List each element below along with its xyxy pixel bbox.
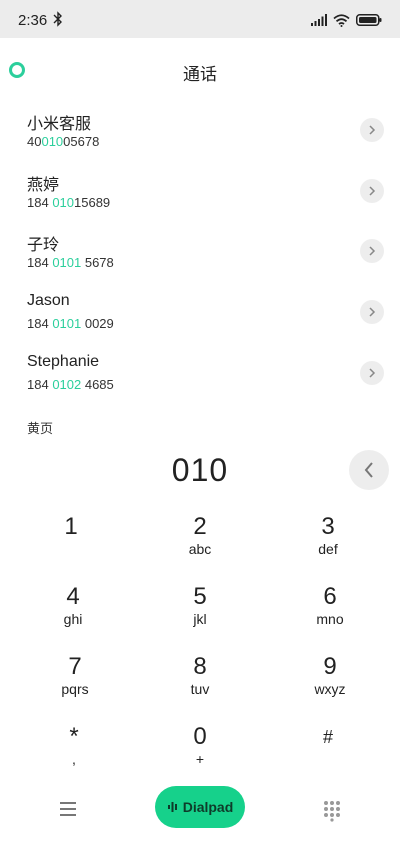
battery-icon [356,14,382,26]
chevron-right-icon [369,125,376,135]
contact-detail-button[interactable] [360,361,384,385]
key-6[interactable]: 6 mno [290,583,370,643]
contact-name: Stephanie [27,353,100,370]
dialpad-grip-icon [167,802,177,812]
contact-number: 184 01015689 [27,195,111,210]
dialpad-grid-icon[interactable] [320,798,344,822]
key-0[interactable]: 0 + [160,723,240,783]
page-title: 通话 [183,65,217,84]
key-star[interactable]: *, [34,723,114,783]
contact-row[interactable]: 燕婷 184 01015689 [0,171,400,231]
chevron-right-icon [369,186,376,196]
status-bar: 2:36 [0,0,400,38]
contact-name: Jason [27,292,70,309]
contact-number: 184 0102 4685 [27,377,114,392]
contact-row[interactable]: 子玲 184 0101 5678 [0,231,400,291]
key-1[interactable]: 1 [31,513,111,573]
menu-icon[interactable] [56,798,80,820]
contact-detail-button[interactable] [360,118,384,142]
bluetooth-icon [53,11,62,27]
bottom-bar: Dialpad [0,780,400,836]
contact-number: 184 0101 0029 [27,316,114,331]
wifi-icon [333,13,350,27]
contact-row[interactable]: 小米客服 4001005678 [0,110,400,170]
dialpad-label: Dialpad [182,799,234,815]
chevron-right-icon [369,246,376,256]
contact-name: 燕婷 [27,177,60,194]
key-7[interactable]: 7 pqrs [35,653,115,713]
dialed-number: 010 [171,452,229,488]
key-8[interactable]: 8 tuv [160,653,240,713]
contact-detail-button[interactable] [360,179,384,203]
key-4[interactable]: 4 ghi [33,583,113,643]
dialpad-button[interactable]: Dialpad [155,786,245,828]
key-hash[interactable]: # [288,723,368,783]
chevron-right-icon [369,307,376,317]
key-2[interactable]: 2 abc [160,513,240,573]
header: 通话 [0,38,400,102]
yellow-pages-label[interactable]: 黄页 [27,418,53,437]
chevron-left-icon [364,462,373,478]
contact-row[interactable]: Jason 184 0101 0029 [0,292,400,352]
contact-name: 小米客服 [27,116,92,133]
contact-number: 4001005678 [27,134,100,149]
backspace-button[interactable] [349,450,389,490]
contact-name: 子玲 [27,237,60,254]
contact-detail-button[interactable] [360,300,384,324]
contact-detail-button[interactable] [360,239,384,263]
key-5[interactable]: 5 jkl [160,583,240,643]
contact-number: 184 0101 5678 [27,255,114,270]
contact-row[interactable]: Stephanie 184 0102 4685 [0,353,400,413]
key-3[interactable]: 3 def [288,513,368,573]
key-9[interactable]: 9 wxyz [290,653,370,713]
signal-icon [311,14,327,26]
status-time: 2:36 [18,12,48,29]
chevron-right-icon [369,368,376,378]
